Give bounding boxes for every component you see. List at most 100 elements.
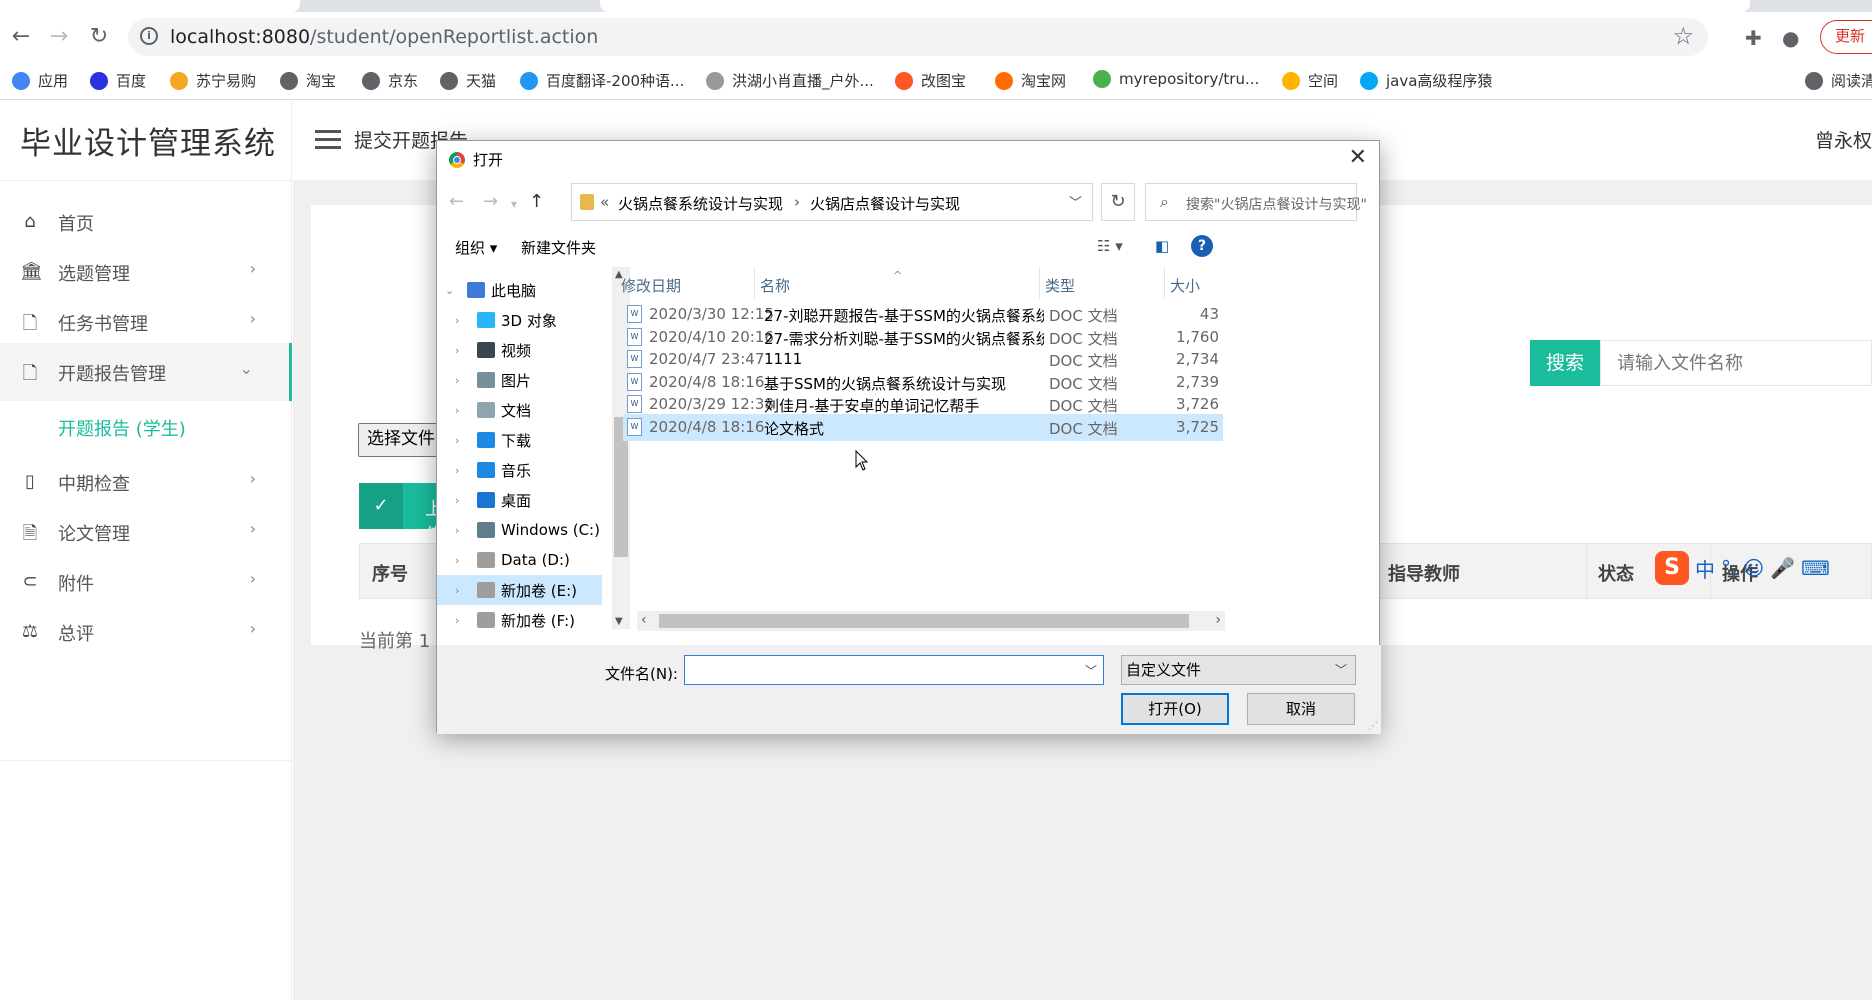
sidebar-item[interactable]: ⚖ 总评 › (0, 603, 292, 661)
cancel-button[interactable]: 取消 (1247, 693, 1355, 725)
tree-item[interactable]: › Windows (C:) (437, 515, 602, 545)
scroll-thumb[interactable] (659, 614, 1189, 628)
update-button[interactable]: 更新 (1820, 20, 1872, 54)
browser-tab[interactable] (600, 0, 1750, 12)
site-info-icon[interactable]: i (140, 27, 158, 45)
up-icon[interactable]: ↑ (529, 191, 544, 212)
active-tab[interactable] (0, 0, 300, 12)
recent-locations-icon[interactable]: ▾ (511, 197, 517, 211)
dialog-search-input[interactable]: ⌕ 搜索"火锅店点餐设计与实现" (1145, 183, 1367, 221)
column-header[interactable]: 修改日期 (621, 275, 681, 296)
file-date: 2020/4/8 18:16 (649, 418, 765, 436)
punctuation-icon[interactable]: °, (1721, 556, 1737, 580)
scroll-left-icon[interactable]: ‹ (641, 612, 647, 628)
bookmark-item[interactable]: 淘宝网 (995, 70, 1066, 91)
chevron-down-icon[interactable]: ﹀ (1085, 662, 1097, 679)
chevron-right-icon[interactable]: › (455, 524, 469, 537)
view-options-icon[interactable]: ☷ ▾ (1097, 237, 1123, 255)
profile-icon[interactable]: ● (1782, 26, 1799, 50)
sidebar-item[interactable]: 🗋 开题报告管理 ⌄ (0, 343, 292, 401)
chevron-down-icon[interactable]: ⌄ (445, 284, 459, 297)
tree-item[interactable]: › 音乐 (437, 455, 602, 485)
new-folder-button[interactable]: 新建文件夹 (521, 237, 596, 258)
tree-item[interactable]: › 下载 (437, 425, 602, 455)
help-icon[interactable]: ? (1191, 235, 1213, 257)
extensions-icon[interactable]: ✚ (1745, 26, 1762, 50)
scroll-down-icon[interactable]: ▼ (615, 616, 623, 627)
bookmark-item[interactable]: 应用 (12, 70, 68, 91)
refresh-icon[interactable]: ↻ (1101, 183, 1135, 221)
bookmark-item[interactable]: java高级程序猿 (1360, 70, 1492, 91)
bookmark-item[interactable]: 淘宝 (280, 70, 336, 91)
chevron-right-icon[interactable]: › (455, 554, 469, 567)
scroll-right-icon[interactable]: › (1215, 612, 1221, 628)
tree-item[interactable]: ⌄ 此电脑 (437, 275, 602, 305)
tree-item[interactable]: › 新加卷 (E:) (437, 575, 602, 605)
microphone-icon[interactable]: 🎤 (1770, 556, 1795, 580)
tree-item[interactable]: › 新加卷 (F:) (437, 605, 602, 635)
bookmark-item[interactable]: 京东 (362, 70, 418, 91)
filename-input[interactable]: ﹀ (684, 655, 1104, 685)
file-list-hscrollbar[interactable]: ‹ › (637, 611, 1225, 631)
bookmark-item[interactable]: 百度翻译-200种语... (520, 70, 684, 91)
tree-item[interactable]: › 3D 对象 (437, 305, 602, 335)
chevron-right-icon[interactable]: › (455, 494, 469, 507)
chevron-down-icon[interactable]: ﹀ (1069, 192, 1082, 211)
bookmark-item[interactable]: 空间 (1282, 70, 1338, 91)
tree-item[interactable]: › Data (D:) (437, 545, 602, 575)
chevron-right-icon[interactable]: › (794, 193, 800, 211)
organize-menu[interactable]: 组织 ▾ (455, 237, 497, 258)
bookmark-item[interactable]: myrepository/tru... (1093, 70, 1259, 88)
address-bar[interactable]: i localhost:8080/student/openReportlist.… (128, 18, 1708, 56)
ime-toolbar[interactable]: S 中 °, ☺ 🎤 ⌨ (1655, 550, 1872, 586)
keyboard-icon[interactable]: ⌨ (1801, 556, 1830, 580)
column-header[interactable]: 大小 (1170, 275, 1200, 296)
path-segment[interactable]: 火锅店点餐设计与实现 (810, 193, 960, 214)
forward-icon[interactable]: → (44, 22, 74, 52)
tree-item[interactable]: › 桌面 (437, 485, 602, 515)
column-header[interactable]: 类型 (1045, 275, 1075, 296)
search-button[interactable]: 搜索 (1530, 340, 1600, 386)
forward-icon[interactable]: → (483, 191, 498, 212)
close-icon[interactable]: ✕ (1349, 145, 1367, 170)
reload-icon[interactable]: ↻ (84, 22, 114, 52)
chevron-right-icon[interactable]: › (455, 614, 469, 627)
address-path[interactable]: « 火锅点餐系统设计与实现 › 火锅店点餐设计与实现 ﹀ (571, 183, 1093, 221)
bookmark-item[interactable]: 洪湖小肖直播_户外... (706, 70, 874, 91)
ime-mode[interactable]: 中 (1695, 554, 1715, 583)
bookmark-star-icon[interactable]: ☆ (1672, 22, 1694, 50)
chevron-right-icon[interactable]: › (455, 464, 469, 477)
search-input[interactable] (1600, 340, 1872, 386)
emoji-icon[interactable]: ☺ (1743, 556, 1764, 580)
open-button[interactable]: 打开(O) (1121, 693, 1229, 725)
file-type-select[interactable]: 自定义文件 ﹀ (1121, 655, 1356, 685)
bookmark-item[interactable]: 百度 (90, 70, 146, 91)
chevron-right-icon[interactable]: › (455, 584, 469, 597)
bookmark-item[interactable]: 阅读清 (1805, 70, 1872, 91)
chevron-right-icon[interactable]: › (455, 404, 469, 417)
back-icon[interactable]: ← (6, 22, 36, 52)
chevron-right-icon[interactable]: › (455, 344, 469, 357)
resize-grip-icon[interactable]: ⋰ (1368, 721, 1378, 732)
bookmark-item[interactable]: 改图宝 (895, 70, 966, 91)
chevron-right-icon[interactable]: › (455, 434, 469, 447)
file-date: 2020/4/10 20:16 (649, 327, 774, 346)
preview-pane-icon[interactable]: ◧ (1155, 237, 1169, 255)
chevron-right-icon[interactable]: › (455, 374, 469, 387)
path-segment[interactable]: 火锅点餐系统设计与实现 (618, 193, 783, 214)
file-row[interactable]: W 2020/4/8 18:16 论文格式 DOC 文档 3,725 (623, 414, 1223, 441)
choose-file-button[interactable]: 选择文件 (358, 423, 448, 457)
user-name[interactable]: 曾永权 (1815, 126, 1872, 153)
url-text[interactable]: localhost:8080/student/openReportlist.ac… (170, 26, 598, 48)
chevron-right-icon[interactable]: › (455, 314, 469, 327)
back-icon[interactable]: ← (449, 191, 464, 212)
bookmark-item[interactable]: 苏宁易购 (170, 70, 256, 91)
menu-icon[interactable] (315, 130, 341, 150)
tree-item[interactable]: › 视频 (437, 335, 602, 365)
tree-item[interactable]: › 图片 (437, 365, 602, 395)
column-header[interactable]: 名称 (760, 275, 790, 296)
tree-item[interactable]: › 文档 (437, 395, 602, 425)
sidebar-subitem-active[interactable]: 开题报告 (学生) (0, 398, 292, 456)
bookmark-item[interactable]: 天猫 (440, 70, 496, 91)
overflow-chevron-icon[interactable]: « (600, 193, 609, 211)
